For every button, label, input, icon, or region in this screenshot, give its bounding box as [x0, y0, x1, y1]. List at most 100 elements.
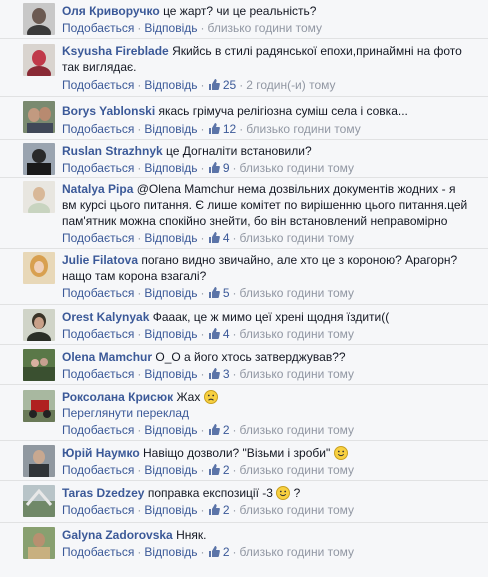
timestamp[interactable]: близько години тому [240, 503, 355, 517]
thumbs-up-icon [208, 328, 220, 339]
reply-link[interactable]: Відповідь [144, 21, 197, 35]
like-link[interactable]: Подобається [62, 327, 134, 341]
comment-meta: Подобається · Відповідь · 2 · близько години … [62, 545, 355, 559]
reply-link[interactable]: Відповідь [144, 327, 197, 341]
thumbs-up-icon [208, 123, 220, 134]
reply-link[interactable]: Відповідь [144, 463, 197, 477]
like-link[interactable]: Подобається [62, 161, 134, 175]
comment-author[interactable]: Olena Mamchur [62, 350, 152, 364]
timestamp[interactable]: близько години тому [240, 161, 355, 175]
reply-link[interactable]: Відповідь [144, 545, 197, 559]
like-link[interactable]: Подобається [62, 286, 134, 300]
reply-link[interactable]: Відповідь [144, 503, 197, 517]
like-count[interactable]: 2 [208, 463, 230, 477]
comment: Olena Mamchur О_О а його хтось затверджу… [0, 344, 488, 384]
timestamp[interactable]: близько години тому [240, 463, 355, 477]
like-link[interactable]: Подобається [62, 122, 134, 136]
comment-meta: Подобається · Відповідь · 9 · близько години … [62, 161, 355, 175]
comment: Borys Yablonski якась грімуча релігіозна… [0, 96, 488, 139]
comment-text-continued: пам'ятник можна спокійно знейти, бо він … [62, 214, 448, 228]
like-link[interactable]: Подобається [62, 503, 134, 517]
avatar[interactable] [23, 309, 55, 341]
like-link[interactable]: Подобається [62, 423, 134, 437]
avatar[interactable] [23, 527, 55, 559]
like-link[interactable]: Подобається [62, 463, 134, 477]
comment-list: Оля Криворучко це жарт? чи це реальність… [0, 0, 488, 562]
like-link[interactable]: Подобається [62, 367, 134, 381]
like-count[interactable]: 4 [208, 231, 230, 245]
comment: Julie Filatova погано видно звичайно, ал… [0, 248, 488, 304]
comment-text-continued: вм курсі цього питання. Є лише комітет п… [62, 198, 468, 212]
timestamp[interactable]: близько години тому [240, 545, 355, 559]
comment-text: О_О а його хтось затверджував?? [155, 350, 346, 364]
reply-link[interactable]: Відповідь [144, 78, 197, 92]
reply-link[interactable]: Відповідь [144, 231, 197, 245]
comment-author[interactable]: Ruslan Strazhnyk [62, 144, 163, 158]
avatar[interactable] [23, 252, 55, 284]
comment: Natalya Pipa @Olena Mamchur нема дозвіль… [0, 177, 488, 248]
thumbs-up-icon [208, 79, 220, 90]
reply-link[interactable]: Відповідь [144, 367, 197, 381]
like-count[interactable]: 2 [208, 423, 230, 437]
comment: Orest Kalynyak Фааак, це ж мимо цеї хрен… [0, 304, 488, 344]
avatar[interactable] [23, 101, 55, 133]
comment-text: це Догналіти встановили? [166, 144, 312, 158]
timestamp[interactable]: 2 годин(-и) тому [246, 78, 335, 92]
like-count[interactable]: 2 [208, 503, 230, 517]
comment-meta: Подобається · Відповідь · близько години том… [62, 21, 323, 35]
thumbs-up-icon [208, 464, 220, 475]
comment-meta: Подобається · Відповідь · 4 · близько години … [62, 231, 355, 245]
avatar[interactable] [23, 181, 55, 213]
timestamp[interactable]: близько години тому [240, 286, 355, 300]
reply-link[interactable]: Відповідь [144, 122, 197, 136]
like-count[interactable]: 2 [208, 545, 230, 559]
comment-text: це жарт? чи це реальність? [163, 4, 317, 18]
like-count[interactable]: 3 [208, 367, 230, 381]
timestamp[interactable]: близько години тому [240, 231, 355, 245]
like-count[interactable]: 25 [208, 78, 236, 92]
comment-text: погано видно звичайно, але хто це з коро… [141, 253, 458, 267]
thumbs-up-icon [208, 546, 220, 557]
comment-text-end: ? [293, 486, 301, 500]
avatar[interactable] [23, 3, 55, 35]
see-translation-link[interactable]: Переглянути переклад [62, 406, 189, 420]
like-link[interactable]: Подобається [62, 21, 134, 35]
comment-meta: Подобається · Відповідь · 5 · близько години … [62, 286, 355, 300]
comment-author[interactable]: Оля Криворучко [62, 4, 160, 18]
like-count[interactable]: 5 [208, 286, 230, 300]
comment-meta: Подобається · Відповідь · 2 · близько години … [62, 423, 355, 437]
timestamp[interactable]: близько години тому [240, 423, 355, 437]
avatar[interactable] [23, 485, 55, 517]
comment-author[interactable]: Orest Kalynyak [62, 310, 149, 324]
thumbs-up-icon [208, 424, 220, 435]
avatar[interactable] [23, 445, 55, 477]
timestamp[interactable]: близько години тому [240, 327, 355, 341]
like-count[interactable]: 9 [208, 161, 230, 175]
avatar[interactable] [23, 44, 55, 76]
like-link[interactable]: Подобається [62, 231, 134, 245]
like-link[interactable]: Подобається [62, 545, 134, 559]
like-count[interactable]: 4 [208, 327, 230, 341]
timestamp[interactable]: близько години тому [240, 367, 355, 381]
reply-link[interactable]: Відповідь [144, 423, 197, 437]
timestamp[interactable]: близько години тому [246, 122, 361, 136]
reply-link[interactable]: Відповідь [144, 286, 197, 300]
comment-author[interactable]: Роксолана Крисюк [62, 390, 173, 404]
thumbs-up-icon [208, 287, 220, 298]
avatar[interactable] [23, 390, 55, 422]
comment: Ksyusha Fireblade Якийсь в стилі радянсь… [0, 38, 488, 96]
comment-author[interactable]: Ksyusha Fireblade [62, 44, 169, 58]
comment-author[interactable]: Borys Yablonski [62, 104, 155, 118]
timestamp[interactable]: близько години тому [208, 21, 323, 35]
avatar[interactable] [23, 349, 55, 381]
comment-author[interactable]: Galyna Zadorovska [62, 528, 173, 542]
reply-link[interactable]: Відповідь [144, 161, 197, 175]
comment-author[interactable]: Julie Filatova [62, 253, 138, 267]
like-link[interactable]: Подобається [62, 78, 134, 92]
comment-author[interactable]: Taras Dzedzey [62, 486, 144, 500]
like-count[interactable]: 12 [208, 122, 236, 136]
comment-author[interactable]: Natalya Pipa [62, 182, 133, 196]
smile-face-icon [333, 446, 348, 460]
comment-author[interactable]: Юрій Наумко [62, 446, 140, 460]
avatar[interactable] [23, 143, 55, 175]
